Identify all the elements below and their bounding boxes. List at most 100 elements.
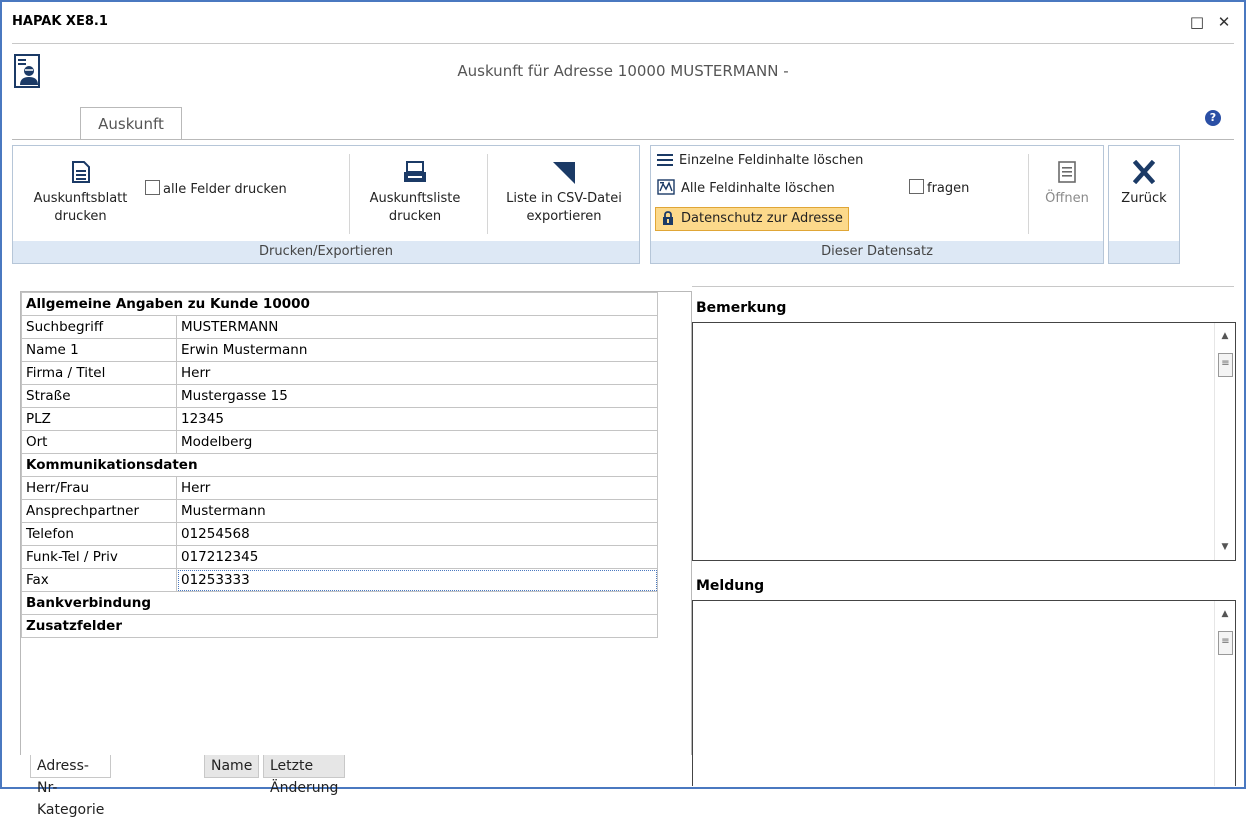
scroll-up-icon[interactable]: ▲ — [1215, 331, 1235, 341]
field-value[interactable]: Mustermann — [176, 499, 658, 523]
back-button[interactable]: Zurück — [1113, 160, 1175, 208]
all-fields-checkbox[interactable]: alle Felder drucken — [145, 180, 287, 199]
section-header-row: Kommunikationsdaten — [21, 453, 658, 477]
clear-single-fields-button[interactable]: Einzelne Feldinhalte löschen — [657, 150, 863, 172]
table-row: Straße Mustergasse 15 — [21, 384, 658, 408]
comm-header: Kommunikationsdaten — [21, 453, 658, 477]
field-key: Herr/Frau — [21, 476, 177, 500]
printer-icon — [404, 161, 426, 182]
clear-all-fields-label: Alle Feldinhalte löschen — [681, 181, 835, 196]
clear-all-icon — [657, 179, 675, 195]
table-row: Suchbegriff MUSTERMANN — [21, 315, 658, 339]
field-key: Funk-Tel / Priv — [21, 545, 177, 569]
table-row: Name 1 Erwin Mustermann — [21, 338, 658, 362]
table-row: PLZ 12345 — [21, 407, 658, 431]
table-row: Herr/Frau Herr — [21, 476, 658, 500]
scroll-down-icon[interactable]: ▼ — [1215, 542, 1235, 552]
export-csv-button[interactable]: Liste in CSV-Datei exportieren — [493, 160, 635, 226]
print-list-label-2: drucken — [388, 209, 442, 224]
help-icon[interactable]: ? — [1205, 110, 1221, 126]
field-key: Ansprechpartner — [21, 499, 177, 523]
field-value[interactable]: Herr — [176, 361, 658, 385]
scroll-thumb[interactable]: ≡ — [1218, 631, 1233, 655]
extra-header[interactable]: Zusatzfelder — [21, 614, 658, 638]
maximize-button[interactable]: □ — [1187, 12, 1207, 32]
page-title: Auskunft für Adresse 10000 MUSTERMANN - — [457, 62, 789, 80]
field-value[interactable]: 12345 — [176, 407, 658, 431]
field-key: Telefon — [21, 522, 177, 546]
table-row: Firma / Titel Herr — [21, 361, 658, 385]
message-scrollbar[interactable]: ▲ ≡ — [1214, 601, 1235, 786]
print-sheet-label-2: drucken — [54, 209, 107, 224]
back-group: Zurück — [1108, 145, 1180, 264]
export-arrow-icon — [553, 162, 575, 184]
field-key: Straße — [21, 384, 177, 408]
general-header: Allgemeine Angaben zu Kunde 10000 — [21, 292, 658, 316]
title-separator — [12, 43, 1234, 44]
separator — [487, 154, 488, 234]
remark-textarea[interactable]: ▲ ≡ ▼ — [692, 322, 1236, 561]
table-row: Ort Modelberg — [21, 430, 658, 454]
message-label: Meldung — [696, 578, 765, 594]
field-value[interactable]: Herr — [176, 476, 658, 500]
document-icon — [71, 161, 90, 183]
print-export-group-label: Drucken/Exportieren — [13, 241, 639, 263]
tab-address-category[interactable]: Adress-Nr-Kategorie — [30, 755, 112, 818]
field-value[interactable]: Modelberg — [176, 430, 658, 454]
record-group-label: Dieser Datensatz — [651, 241, 1103, 263]
info-table: Allgemeine Angaben zu Kunde 10000 Suchbe… — [21, 292, 658, 638]
print-list-label-1: Auskunftsliste — [369, 191, 461, 206]
back-label: Zurück — [1121, 191, 1167, 206]
field-value-selected[interactable]: 01253333 — [176, 568, 658, 592]
record-group: Einzelne Feldinhalte löschen Alle Feldin… — [650, 145, 1104, 264]
print-sheet-button[interactable]: Auskunftsblatt drucken — [23, 160, 138, 226]
field-key: Ort — [21, 430, 177, 454]
field-value[interactable]: 01254568 — [176, 522, 658, 546]
open-label: Öffnen — [1045, 191, 1089, 206]
table-row: Fax 01253333 — [21, 568, 658, 592]
section-header-row: Bankverbindung — [21, 591, 658, 615]
field-value[interactable]: Mustergasse 15 — [176, 384, 658, 408]
list-icon — [657, 154, 673, 166]
field-value[interactable]: MUSTERMANN — [176, 315, 658, 339]
table-row: Telefon 01254568 — [21, 522, 658, 546]
separator — [1028, 154, 1029, 234]
section-header-row: Allgemeine Angaben zu Kunde 10000 — [21, 292, 658, 316]
checkbox-box[interactable] — [145, 180, 160, 195]
ribbon: Auskunftsblatt drucken alle Felder druck… — [12, 139, 1234, 264]
close-button[interactable]: ✕ — [1214, 12, 1234, 32]
scroll-thumb[interactable]: ≡ — [1218, 353, 1233, 377]
checkbox-box[interactable] — [909, 179, 924, 194]
field-value[interactable]: 017212345 — [176, 545, 658, 569]
export-csv-label-2: exportieren — [526, 209, 602, 224]
tab-name[interactable]: Name — [204, 755, 260, 778]
scroll-up-icon[interactable]: ▲ — [1215, 609, 1235, 619]
table-row: Ansprechpartner Mustermann — [21, 499, 658, 523]
back-group-label — [1109, 241, 1179, 263]
document-icon — [1058, 161, 1076, 183]
privacy-address-label: Datenschutz zur Adresse — [681, 211, 843, 226]
tab-auskunft[interactable]: Auskunft — [80, 107, 182, 140]
open-button[interactable]: Öffnen — [1037, 160, 1097, 208]
message-textarea[interactable]: ▲ ≡ — [692, 600, 1236, 786]
bank-header[interactable]: Bankverbindung — [21, 591, 658, 615]
window-title: HAPAK XE8.1 — [12, 14, 108, 29]
clear-single-fields-label: Einzelne Feldinhalte löschen — [679, 153, 864, 168]
privacy-address-button[interactable]: Datenschutz zur Adresse — [655, 207, 849, 231]
field-key: Suchbegriff — [21, 315, 177, 339]
clear-all-fields-button[interactable]: Alle Feldinhalte löschen — [657, 178, 835, 200]
field-key: Name 1 — [21, 338, 177, 362]
close-x-icon — [1133, 160, 1155, 184]
remark-scrollbar[interactable]: ▲ ≡ ▼ — [1214, 323, 1235, 560]
app-window: HAPAK XE8.1 □ ✕ Auskunft für Adresse 100… — [0, 0, 1246, 818]
section-header-row: Zusatzfelder — [21, 614, 658, 638]
ask-checkbox[interactable]: fragen — [909, 178, 969, 200]
remark-label: Bemerkung — [696, 300, 787, 316]
tab-last-change[interactable]: Letzte Änderung — [263, 755, 346, 796]
export-csv-label-1: Liste in CSV-Datei — [506, 191, 622, 206]
print-list-button[interactable]: Auskunftsliste drucken — [355, 160, 475, 226]
field-value[interactable]: Erwin Mustermann — [176, 338, 658, 362]
separator — [349, 154, 350, 234]
table-row: Funk-Tel / Priv 017212345 — [21, 545, 658, 569]
lock-icon — [663, 211, 673, 225]
